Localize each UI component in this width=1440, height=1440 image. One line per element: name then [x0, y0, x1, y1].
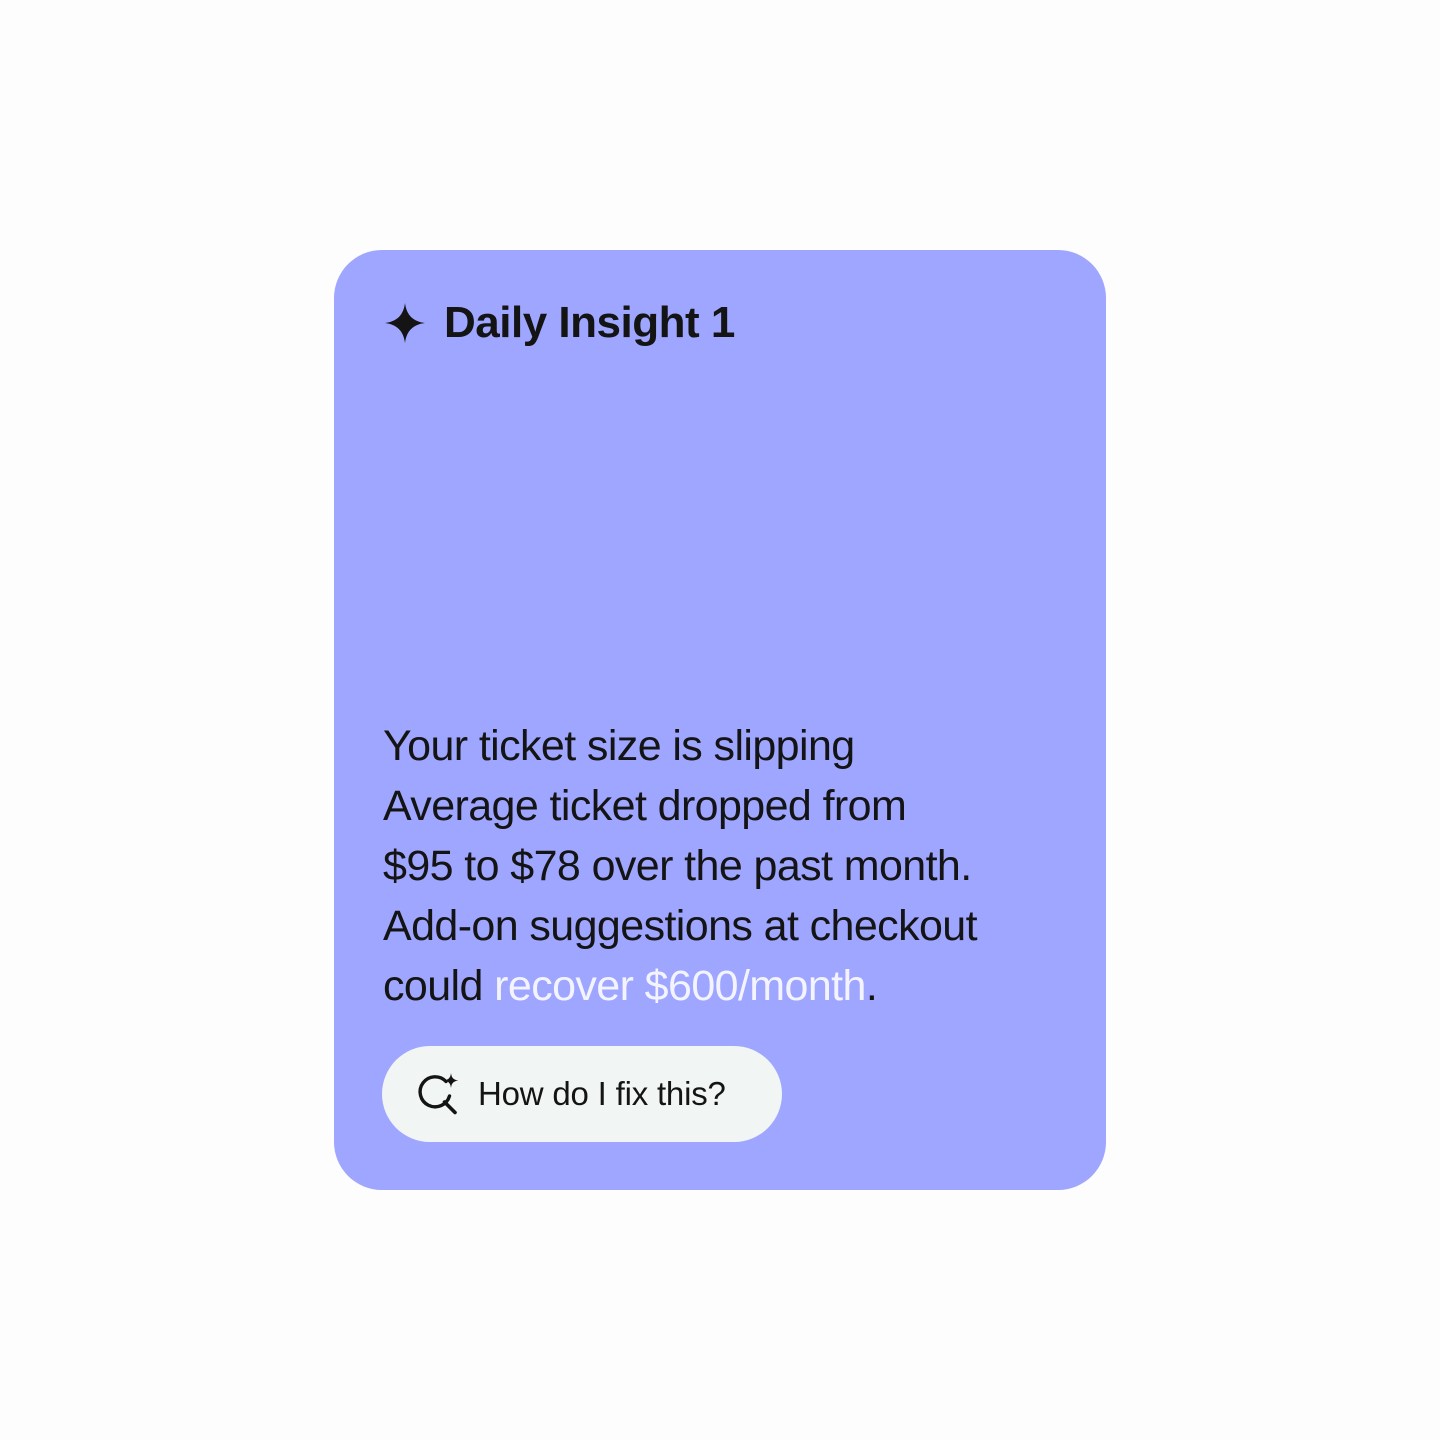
insight-body-line: $95 to $78 over the past month. — [383, 842, 972, 890]
insight-body-suffix: . — [865, 962, 878, 1010]
insight-text: Your ticket size is slipping Average tic… — [383, 716, 1083, 1016]
card-header: Daily Insight 1 — [384, 296, 735, 350]
daily-insight-card: Daily Insight 1 Your ticket size is slip… — [334, 250, 1106, 1190]
cta-label: How do I fix this? — [478, 1075, 726, 1112]
insight-highlight: recover $600/month — [494, 962, 866, 1010]
insight-body-line: could recover $600/month. — [383, 956, 1083, 1016]
sparkle-icon — [385, 303, 425, 343]
insight-body-prefix: could — [383, 962, 495, 1010]
how-do-i-fix-button[interactable]: How do I fix this? — [382, 1046, 782, 1142]
card-title: Daily Insight 1 — [444, 298, 735, 347]
insight-headline: Your ticket size is slipping — [383, 722, 855, 770]
insight-body-line: Average ticket dropped from — [383, 782, 907, 830]
insight-body-line: Add-on suggestions at checkout — [383, 902, 978, 950]
ai-search-icon — [418, 1073, 459, 1115]
